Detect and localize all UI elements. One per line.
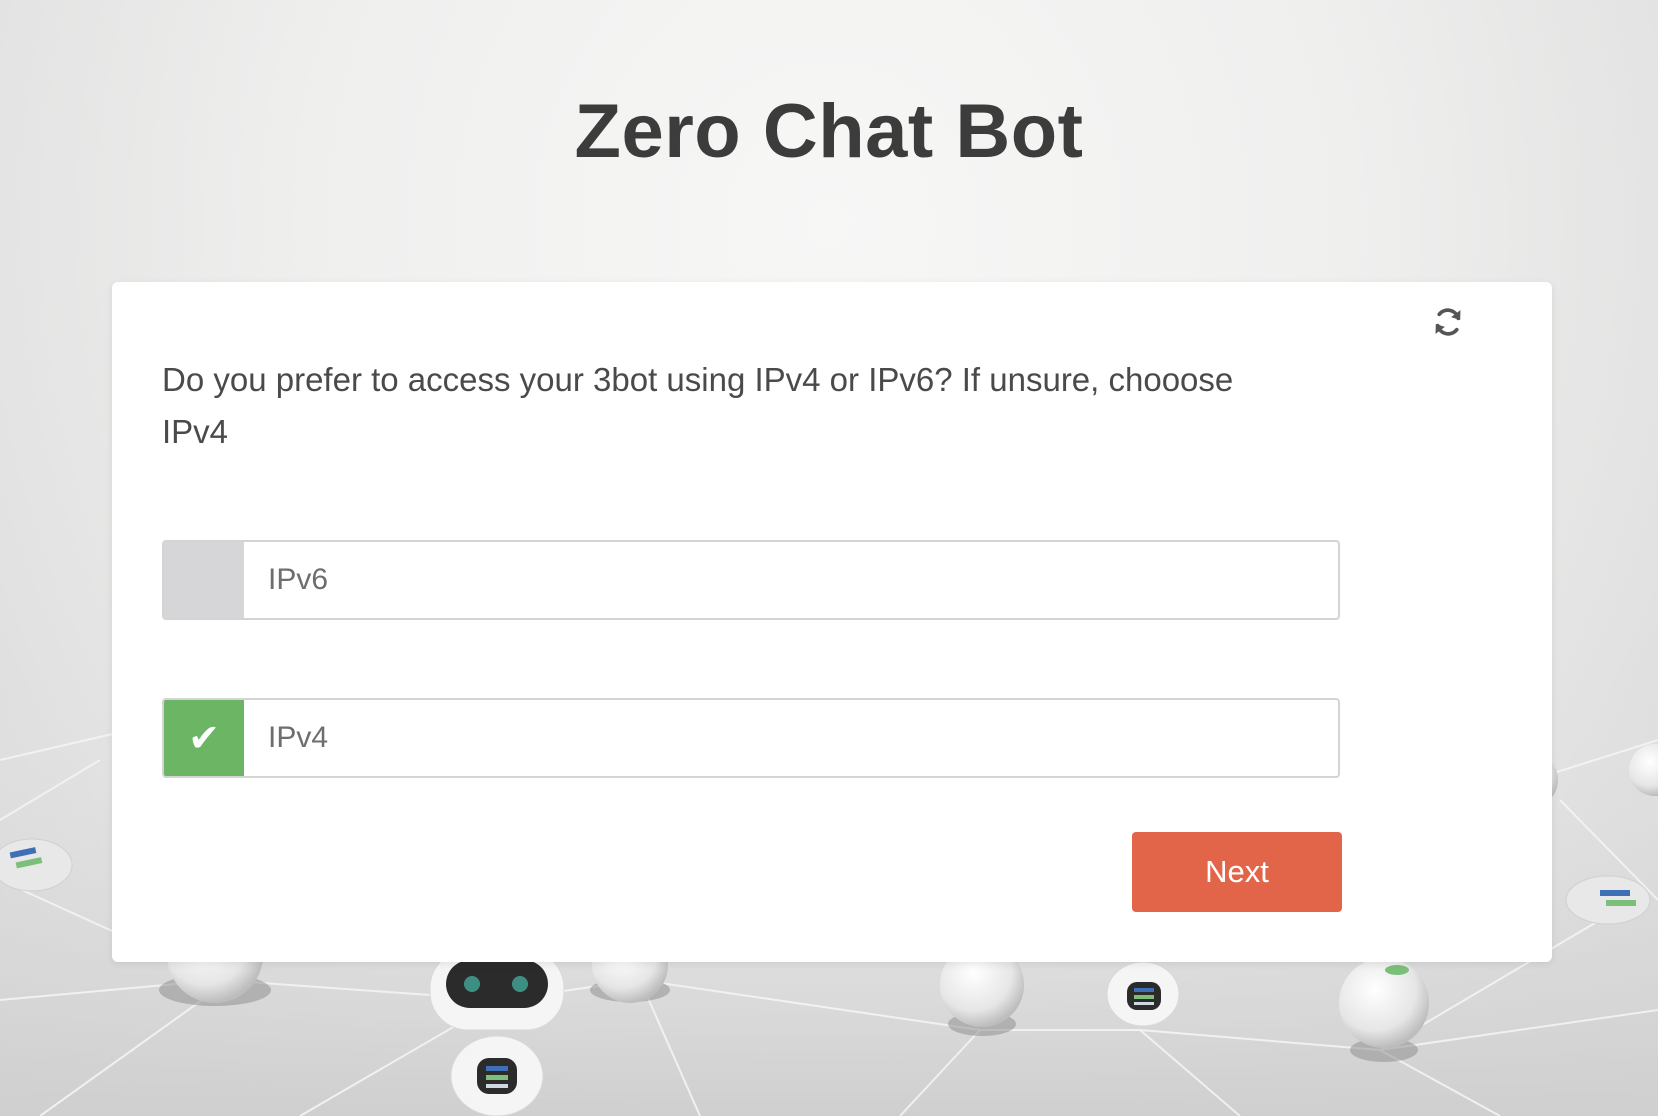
- option-indicator: [164, 542, 244, 618]
- option-indicator-selected: ✔: [164, 700, 244, 776]
- option-label: IPv6: [268, 563, 329, 596]
- checkmark-icon: ✔: [188, 717, 220, 760]
- option-ipv6[interactable]: IPv6: [162, 540, 1340, 620]
- refresh-icon: [1435, 308, 1461, 336]
- chat-step-card: Do you prefer to access your 3bot using …: [112, 282, 1552, 962]
- next-button[interactable]: Next: [1132, 832, 1342, 912]
- page-title: Zero Chat Bot: [574, 89, 1084, 174]
- option-ipv4[interactable]: ✔ IPv4: [162, 698, 1340, 778]
- option-label: IPv4: [268, 721, 329, 754]
- question-text: Do you prefer to access your 3bot using …: [162, 361, 1234, 450]
- restart-button[interactable]: [1426, 300, 1470, 344]
